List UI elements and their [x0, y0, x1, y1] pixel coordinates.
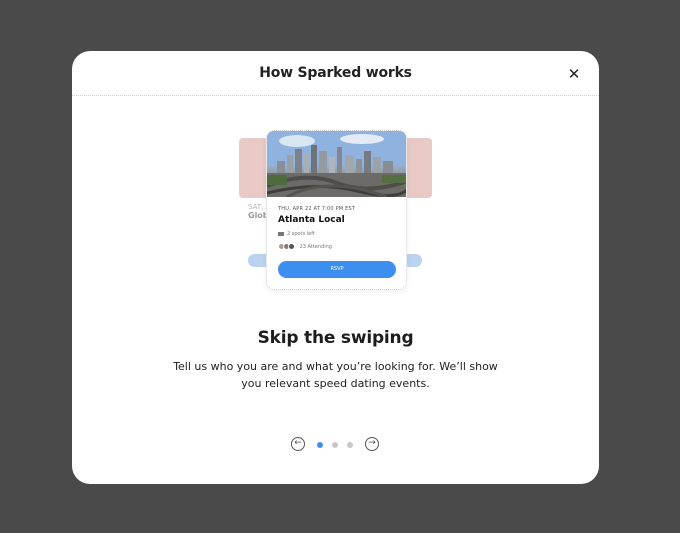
spots-left-text: 2 spots left [287, 231, 315, 237]
attending-row: 23 Attending [278, 243, 332, 250]
how-it-works-modal: How Sparked works ✕ SAT, AP Glob THU, AP… [72, 51, 599, 484]
pager: ← → [72, 437, 599, 453]
event-date: THU, APR 22 AT 7:00 PM EST [278, 206, 356, 212]
avatar [288, 243, 295, 250]
arrow-left-icon[interactable]: ← [291, 437, 305, 451]
event-illustration: SAT, AP Glob THU, APR 22 AT 7:00 PM EST … [72, 51, 599, 484]
pager-dot-2[interactable] [332, 442, 338, 448]
slide-headline: Skip the swiping [257, 328, 414, 348]
city-skyline-image [267, 131, 406, 197]
slide-description: Tell us who you are and what you’re look… [173, 360, 498, 390]
event-card: THU, APR 22 AT 7:00 PM EST Atlanta Local… [266, 130, 407, 290]
spots-left: 2 spots left [278, 231, 315, 237]
event-name: Atlanta Local [278, 215, 345, 225]
pager-dot-1[interactable] [317, 442, 323, 448]
arrow-right-icon[interactable]: → [365, 437, 379, 451]
rsvp-button: RSVP [278, 261, 396, 278]
attending-text: 23 Attending [299, 244, 332, 250]
pager-dot-3[interactable] [347, 442, 353, 448]
ticket-icon [278, 231, 284, 236]
